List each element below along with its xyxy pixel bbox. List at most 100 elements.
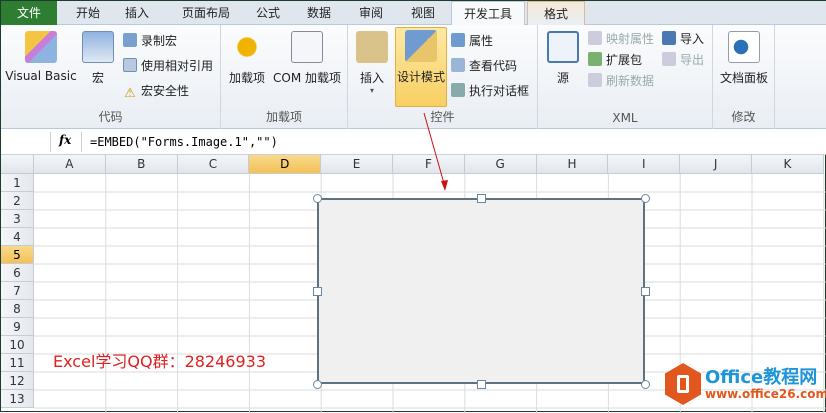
group-code: Visual Basic 宏 录制宏 使用相对引用 ⚠ 宏安全性 代码 (1, 25, 221, 129)
label: COM 加载项 (273, 71, 341, 85)
export-button[interactable]: 导出 (662, 50, 704, 70)
formula-bar: fx =EMBED("Forms.Image.1","") (1, 129, 826, 155)
document-panel-button[interactable]: 文档面板 (715, 29, 773, 86)
group-controls: 插入 ▾ 设计模式 属性 查看代码 执行对话框 控件 (348, 25, 538, 129)
group-label: 代码 (98, 110, 123, 124)
label: 加载项 (228, 71, 265, 85)
name-box[interactable] (1, 132, 51, 152)
relative-reference-button[interactable]: 使用相对引用 (123, 56, 213, 76)
column-header-J[interactable]: J (680, 155, 752, 174)
row-header-4[interactable]: 4 (1, 228, 34, 246)
row-header-11[interactable]: 11 (1, 354, 34, 372)
source-button[interactable]: 源 (544, 29, 582, 86)
tab-formulas[interactable]: 公式 (246, 1, 290, 25)
refresh-data-button[interactable]: 刷新数据 (588, 71, 654, 91)
tab-file[interactable]: 文件 (1, 1, 57, 25)
column-header-C[interactable]: C (177, 155, 250, 174)
view-code-icon (451, 58, 465, 72)
row-header-7[interactable]: 7 (1, 282, 34, 300)
resize-handle[interactable] (477, 194, 486, 203)
tools-icon (356, 31, 388, 63)
insert-control-button[interactable]: 插入 ▾ (352, 29, 392, 95)
qq-group-annotation: Excel学习QQ群：28246933 (53, 352, 267, 371)
resize-handle[interactable] (477, 380, 486, 389)
select-all-corner[interactable] (1, 155, 34, 174)
row-header-8[interactable]: 8 (1, 300, 34, 318)
tab-format[interactable]: 格式 (527, 1, 585, 25)
addins-button[interactable]: 加载项 (227, 29, 267, 86)
tab-developer[interactable]: 开发工具 (451, 1, 525, 26)
source-icon (547, 31, 579, 63)
view-code-button[interactable]: 查看代码 (451, 56, 517, 76)
column-header-I[interactable]: I (608, 155, 681, 174)
row-header-3[interactable]: 3 (1, 210, 34, 228)
row-header-13[interactable]: 13 (1, 390, 34, 408)
tab-insert[interactable]: 插入 (115, 1, 159, 25)
tab-data[interactable]: 数据 (297, 1, 341, 25)
row-header-5[interactable]: 5 (1, 246, 34, 264)
row-header-1[interactable]: 1 (1, 174, 34, 192)
tab-page-layout[interactable]: 页面布局 (171, 1, 241, 25)
column-header-G[interactable]: G (464, 155, 537, 174)
run-dialog-icon (451, 83, 465, 97)
watermark-title: Office教程网 (705, 367, 818, 388)
resize-handle[interactable] (313, 287, 322, 296)
record-macro-button[interactable]: 录制宏 (123, 31, 177, 51)
office-logo-icon (665, 363, 701, 405)
column-header-K[interactable]: K (752, 155, 824, 174)
column-header-A[interactable]: A (34, 155, 106, 174)
run-dialog-button[interactable]: 执行对话框 (451, 81, 529, 101)
refresh-data-icon (588, 73, 602, 87)
label: 源 (556, 71, 569, 85)
label: 扩展包 (606, 53, 643, 67)
design-mode-icon (405, 30, 437, 62)
resize-handle[interactable] (313, 194, 322, 203)
macros-button[interactable]: 宏 (81, 29, 115, 86)
group-addins: 加载项 COM 加载项 加载项 (221, 25, 348, 129)
tab-view[interactable]: 视图 (401, 1, 445, 25)
label: 文档面板 (719, 71, 768, 85)
label: 映射属性 (606, 32, 655, 46)
group-label: 控件 (430, 110, 455, 124)
tab-home[interactable]: 开始 (63, 1, 113, 25)
com-addins-button[interactable]: COM 加载项 (269, 29, 345, 86)
row-header-12[interactable]: 12 (1, 372, 34, 390)
row-header-10[interactable]: 10 (1, 336, 34, 354)
properties-button[interactable]: 属性 (451, 31, 493, 51)
column-header-H[interactable]: H (536, 155, 609, 174)
resize-handle[interactable] (641, 380, 650, 389)
import-button[interactable]: 导入 (662, 29, 704, 49)
gears-icon (231, 31, 263, 63)
label: 导入 (680, 32, 705, 46)
group-label: XML (612, 111, 638, 125)
label: 宏安全性 (141, 84, 190, 98)
column-header-F[interactable]: F (393, 155, 465, 174)
label: 属性 (469, 34, 494, 48)
tab-review[interactable]: 审阅 (349, 1, 393, 25)
design-mode-button[interactable]: 设计模式 (395, 27, 447, 107)
fx-icon[interactable]: fx (59, 133, 71, 147)
column-header-B[interactable]: B (105, 155, 178, 174)
formula-input[interactable]: =EMBED("Forms.Image.1","") (81, 132, 826, 152)
column-header-D[interactable]: D (249, 155, 322, 174)
label: Visual Basic (5, 69, 77, 83)
resize-handle[interactable] (641, 194, 650, 203)
map-properties-button[interactable]: 映射属性 (588, 29, 654, 49)
map-properties-icon (588, 31, 602, 45)
macro-security-button[interactable]: ⚠ 宏安全性 (123, 81, 189, 101)
spreadsheet-grid[interactable]: A B C D E F G H I J K 1 2 3 4 5 6 7 8 9 10 11 12 13 Excel学习QQ群：… (1, 155, 826, 413)
row-header-9[interactable]: 9 (1, 318, 34, 336)
relative-reference-icon (123, 58, 137, 72)
resize-handle[interactable] (313, 380, 322, 389)
visual-basic-icon (25, 31, 57, 63)
resize-handle[interactable] (641, 287, 650, 296)
import-icon (662, 31, 676, 45)
row-header-2[interactable]: 2 (1, 192, 34, 210)
label: 刷新数据 (606, 74, 655, 88)
column-header-E[interactable]: E (321, 155, 393, 174)
visual-basic-button[interactable]: Visual Basic (5, 29, 77, 83)
expansion-packs-button[interactable]: 扩展包 (588, 50, 642, 70)
row-header-6[interactable]: 6 (1, 264, 34, 282)
group-label: 加载项 (265, 110, 302, 124)
image-control[interactable] (317, 198, 645, 384)
